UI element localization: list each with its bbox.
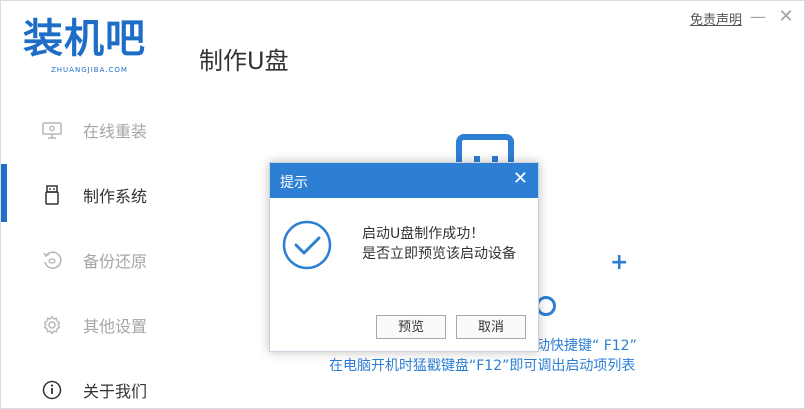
preview-button[interactable]: 预览 <box>376 315 446 339</box>
sidebar-item-other-settings[interactable]: 其他设置 <box>1 292 171 357</box>
logo-subtext: ZHUANGJIBA.COM <box>51 66 128 74</box>
sidebar-item-label: 其他设置 <box>83 316 148 336</box>
dialog-message-line1: 启动U盘制作成功！ <box>362 226 485 242</box>
active-indicator <box>1 164 7 222</box>
sidebar-item-label: 制作系统 <box>83 186 148 206</box>
usb-icon <box>41 184 63 206</box>
info-icon <box>41 379 63 401</box>
app-window: 装机吧 ZHUANGJIBA.COM 制作U盘 免责声明 — ✕ 在线重装 制作… <box>0 0 805 409</box>
gear-icon <box>41 314 63 336</box>
check-circle-icon <box>282 220 332 270</box>
logo-text: 装机吧 <box>23 16 146 62</box>
hint-text-line2: 在电脑开机时猛戳键盘“F12”即可调出启动项列表 <box>329 358 636 374</box>
circle-icon <box>536 296 556 316</box>
dialog-header: 提示 ✕ <box>270 163 538 198</box>
sidebar-item-online-reinstall[interactable]: 在线重装 <box>1 97 171 162</box>
sidebar: 在线重装 制作系统 备份还原 其他设置 关于我们 <box>1 97 171 408</box>
disclaimer-link[interactable]: 免责声明 <box>690 9 742 28</box>
dialog-title: 提示 <box>280 175 308 191</box>
plus-icon: + <box>610 250 629 275</box>
sidebar-item-label: 备份还原 <box>83 251 148 271</box>
sidebar-item-about-us[interactable]: 关于我们 <box>1 357 171 408</box>
logo: 装机吧 ZHUANGJIBA.COM <box>23 15 171 77</box>
dialog-message-line2: 是否立即预览该启动设备 <box>362 246 516 262</box>
sidebar-item-label: 在线重装 <box>83 121 148 141</box>
minimize-button[interactable]: — <box>748 5 768 29</box>
dialog-close-button[interactable]: ✕ <box>513 168 528 189</box>
page-title: 制作U盘 <box>199 47 289 75</box>
restore-icon <box>41 249 63 271</box>
cancel-button[interactable]: 取消 <box>456 315 526 339</box>
monitor-icon <box>41 119 63 141</box>
sidebar-item-label: 关于我们 <box>83 381 148 401</box>
sidebar-item-backup-restore[interactable]: 备份还原 <box>1 227 171 292</box>
prompt-dialog: 提示 ✕ 启动U盘制作成功！ 是否立即预览该启动设备 预览 取消 <box>269 162 539 352</box>
window-close-button[interactable]: ✕ <box>776 5 796 29</box>
sidebar-item-make-system[interactable]: 制作系统 <box>1 162 171 227</box>
hint-text-line1: 动快捷键“ F12” <box>536 338 637 354</box>
